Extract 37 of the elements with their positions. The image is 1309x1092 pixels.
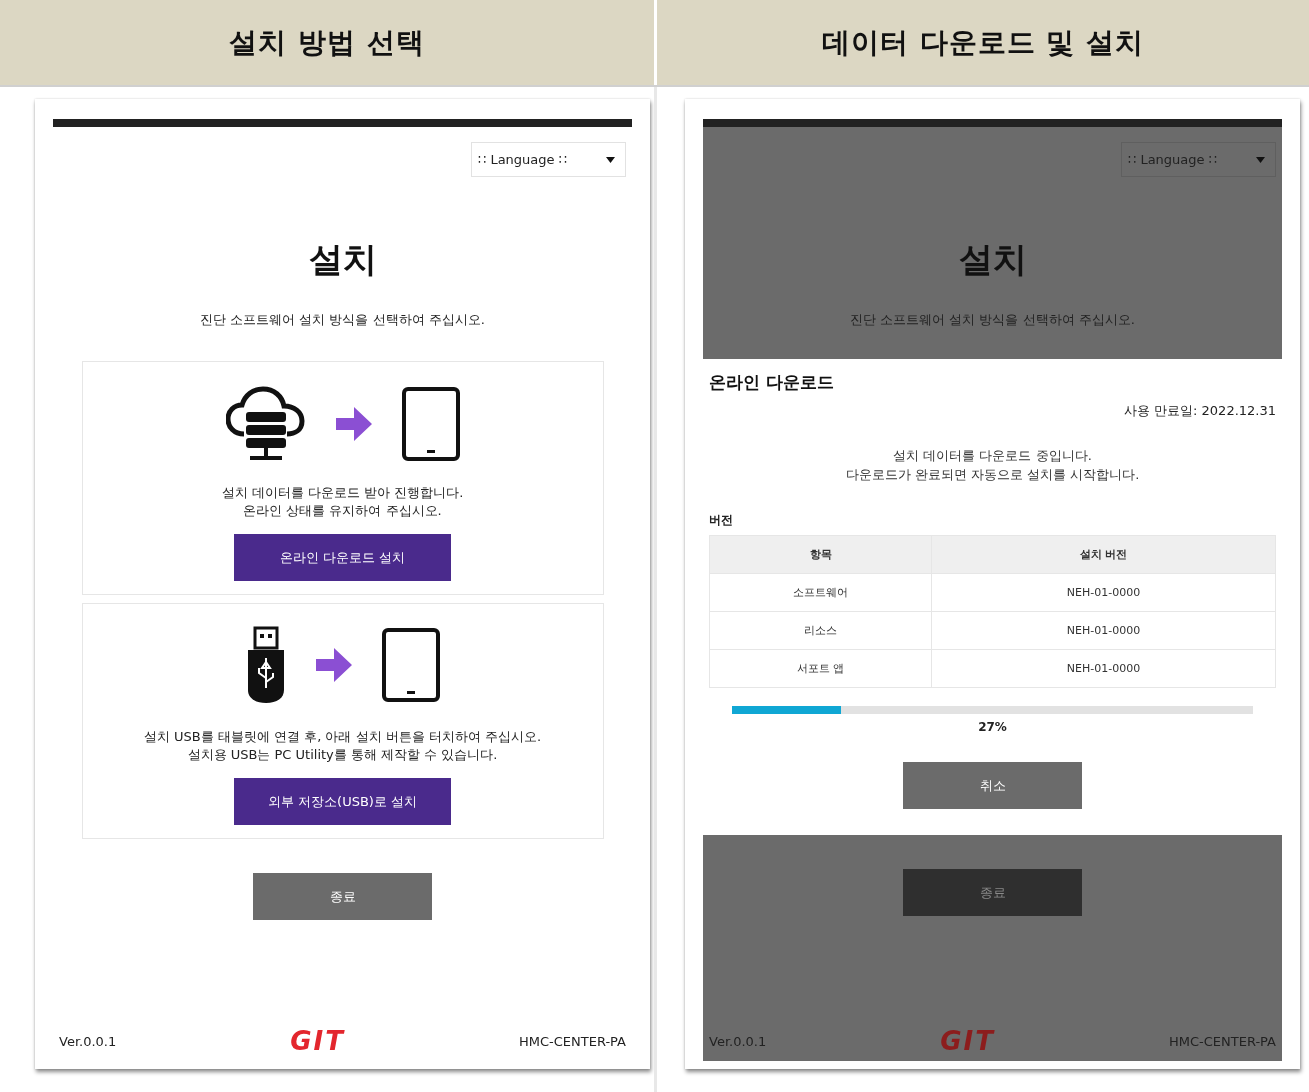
- tablet-icon: [381, 628, 440, 702]
- page-subtitle: 진단 소프트웨어 설치 방식을 선택하여 주십시오.: [200, 311, 485, 329]
- brand-logo: GIT: [940, 1026, 995, 1056]
- device-label: HMC-CENTER-PA: [1168, 1033, 1276, 1049]
- usb-drive-icon: [245, 626, 286, 704]
- dropdown-caret-icon: [606, 156, 615, 163]
- progress-reading: 27%: [978, 720, 1007, 734]
- version-label: Ver.0.0.1: [59, 1033, 117, 1049]
- arrow-right-icon: [315, 648, 352, 682]
- dialog-title: 온라인 다운로드: [709, 371, 835, 394]
- column-header: 항목: [710, 536, 931, 573]
- option-description: 설치 USB를 태블릿에 연결 후, 아래 설치 버튼을 터치하여 주십시오. 설치용 USB는 PC Utility를 통해 제작할 수 있습니다.: [143, 728, 542, 764]
- dropdown-caret-icon: [1256, 156, 1265, 163]
- version-label: Ver.0.0.1: [709, 1033, 767, 1049]
- table-cell: NEH-01-0000: [931, 611, 1275, 649]
- install-button[interactable]: 온라인 다운로드 설치: [234, 534, 451, 581]
- column-heading: 데이터 다운로드 및 설치: [657, 0, 1309, 85]
- device-label: HMC-CENTER-PA: [518, 1033, 626, 1049]
- column-heading: 설치 방법 선택: [0, 0, 654, 85]
- install-button[interactable]: 외부 저장소(USB)로 설치: [234, 778, 451, 825]
- expiry-date: 사용 만료일: 2022.12.31: [1123, 402, 1276, 420]
- page-title: 설치: [958, 238, 1027, 281]
- page-title: 설치: [308, 238, 377, 281]
- cancel-button[interactable]: 취소: [903, 762, 1082, 809]
- brand-logo: GIT: [290, 1026, 345, 1056]
- exit-button[interactable]: 종료: [253, 873, 432, 920]
- column-header: 설치 버전: [931, 536, 1275, 573]
- language-select[interactable]: ∷ Language ∷: [1121, 142, 1276, 177]
- option-description: 설치 데이터를 다운로드 받아 진행합니다. 온라인 상태를 유지하여 주십시오.: [221, 484, 464, 520]
- language-select[interactable]: ∷ Language ∷: [471, 142, 626, 177]
- download-message: 설치 데이터를 다운로드 중입니다. 다운로드가 완료되면 자동으로 설치를 시작합니다.: [844, 447, 1141, 484]
- section-label: 버전: [709, 512, 734, 529]
- page-subtitle: 진단 소프트웨어 설치 방식을 선택하여 주십시오.: [850, 311, 1135, 329]
- table-cell: NEH-01-0000: [931, 573, 1275, 611]
- arrow-right-icon: [335, 407, 372, 441]
- tablet-icon: [401, 387, 460, 461]
- table-cell: NEH-01-0000: [931, 649, 1275, 687]
